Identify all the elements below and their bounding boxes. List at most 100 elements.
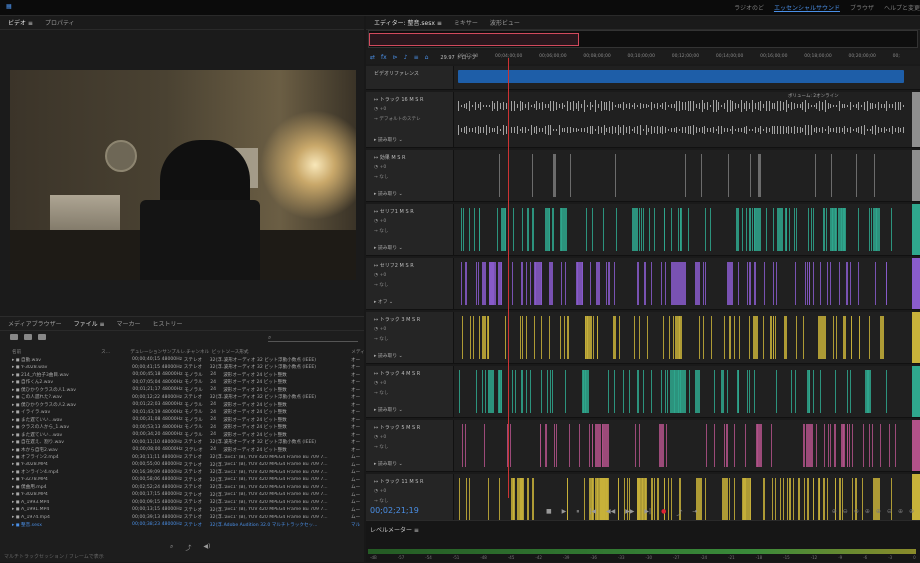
audio-clip[interactable] — [836, 316, 838, 359]
transport-button[interactable]: |◀ — [589, 508, 596, 517]
audio-clip[interactable] — [833, 424, 835, 467]
audio-clip[interactable] — [755, 262, 757, 305]
audio-clip[interactable] — [699, 316, 701, 359]
audio-clip[interactable] — [824, 478, 826, 521]
session-overview[interactable] — [368, 30, 918, 48]
audio-clip[interactable] — [806, 370, 808, 413]
audio-clip[interactable] — [670, 208, 672, 251]
audio-clip[interactable] — [763, 316, 765, 359]
audio-clip[interactable] — [556, 424, 558, 467]
audio-clip[interactable] — [651, 370, 653, 413]
track-lane[interactable] — [458, 258, 904, 309]
audio-clip[interactable] — [618, 316, 620, 359]
audio-clip[interactable] — [526, 208, 528, 251]
automation-mode[interactable]: ▸ 読み取り ⌄ — [374, 244, 403, 251]
track-volume[interactable]: ◔ +0 — [374, 435, 453, 440]
audio-clip[interactable] — [614, 154, 616, 197]
audio-clip[interactable] — [886, 370, 888, 413]
speaker-icon[interactable]: ◀) — [203, 543, 210, 552]
audio-clip[interactable] — [722, 478, 729, 521]
audio-clip[interactable] — [505, 316, 507, 359]
audio-clip[interactable] — [459, 370, 461, 413]
audio-clip[interactable] — [694, 370, 701, 413]
track-name[interactable]: ↦ トラック 4 M S R — [374, 370, 453, 377]
audio-clip[interactable] — [757, 154, 761, 197]
audio-clip[interactable] — [788, 208, 790, 251]
table-row[interactable]: ▸ ◼ Y-3028.MP4 00;00;55;00 48000Hz ステレオ 32(浮… — [0, 461, 364, 469]
tab-files[interactable]: ファイル ≡ — [74, 319, 105, 328]
audio-clip[interactable] — [525, 370, 527, 413]
audio-clip[interactable] — [777, 208, 783, 251]
audio-clip[interactable] — [702, 262, 704, 305]
audio-clip[interactable] — [554, 424, 556, 467]
audio-clip[interactable] — [510, 424, 512, 467]
audio-clip[interactable] — [748, 316, 750, 359]
audio-clip[interactable] — [747, 370, 749, 413]
audio-clip[interactable] — [766, 208, 768, 251]
track-name[interactable]: ↦ 効果 M S R — [374, 154, 453, 161]
audio-clip[interactable] — [595, 262, 601, 305]
audio-clip[interactable] — [549, 316, 551, 359]
audio-clip[interactable] — [813, 262, 815, 305]
transport-button[interactable]: ⏸ — [576, 508, 579, 517]
audio-clip[interactable] — [637, 262, 640, 305]
audio-clip[interactable] — [623, 370, 625, 413]
audio-clip[interactable] — [564, 370, 566, 413]
automation-mode[interactable]: ▸ 読み取り ⌄ — [374, 406, 403, 413]
track-output[interactable]: → なし — [374, 336, 453, 342]
audio-clip[interactable] — [545, 424, 547, 467]
audio-clip[interactable] — [750, 262, 752, 305]
track-output[interactable]: → なし — [374, 498, 453, 504]
audio-clip[interactable] — [552, 154, 557, 197]
audio-clip[interactable] — [634, 316, 636, 359]
audio-clip[interactable] — [869, 316, 871, 359]
audio-clip[interactable] — [868, 208, 870, 251]
audio-clip[interactable] — [528, 208, 530, 251]
audio-clip[interactable] — [645, 262, 647, 305]
track-lane[interactable]: ボリューム: 2オンライン — [458, 92, 904, 147]
audio-clip[interactable] — [863, 424, 865, 467]
audio-clip[interactable] — [478, 208, 480, 251]
audio-clip[interactable] — [817, 316, 826, 359]
audio-clip[interactable] — [772, 208, 774, 251]
audio-clip[interactable] — [764, 478, 766, 521]
zoom-icon[interactable]: ⊕ — [832, 508, 837, 515]
audio-clip[interactable] — [739, 316, 741, 359]
audio-clip[interactable] — [809, 262, 811, 305]
audio-clip[interactable] — [603, 208, 605, 251]
audio-clip[interactable] — [535, 262, 537, 305]
audio-clip[interactable] — [870, 208, 872, 251]
audio-clip[interactable] — [613, 316, 615, 359]
audio-clip[interactable] — [464, 262, 468, 305]
table-row[interactable]: ▸ ◼ Y-3278.MP4 00;00;58;06 48000Hz ステレオ 32(浮… — [0, 476, 364, 484]
transport-button[interactable]: ⇥ — [692, 508, 697, 517]
automation-mode[interactable]: ▸ 読み取り ⌄ — [374, 460, 403, 467]
audio-clip[interactable] — [779, 478, 781, 521]
audio-clip[interactable] — [512, 262, 514, 305]
audio-clip[interactable] — [807, 478, 809, 521]
track-name[interactable]: ↦ セリフ1 M S R — [374, 208, 453, 215]
audio-clip[interactable] — [791, 370, 793, 413]
audio-clip[interactable] — [751, 208, 753, 251]
audio-clip[interactable] — [616, 208, 618, 251]
audio-clip[interactable] — [639, 208, 641, 251]
audio-track[interactable]: ↦ セリフ1 M S R ◔ +0 → なし ▸ 読み取り ⌄ — [366, 204, 920, 256]
audio-clip[interactable] — [813, 208, 815, 251]
audio-clip[interactable] — [727, 424, 729, 467]
audio-clip[interactable] — [530, 262, 532, 305]
table-row[interactable]: ▸ ◼ この人遅れた?.wav 00;00;12;22 48000Hz ステレオ 32(… — [0, 394, 364, 402]
table-row[interactable]: ▸ ◼ イライラ.wav 00;01;43;19 48000Hz モノラル 24 波形オー… — [0, 409, 364, 417]
track-output[interactable]: → なし — [374, 228, 453, 234]
audio-clip[interactable] — [584, 316, 586, 359]
audio-clip[interactable] — [813, 370, 815, 413]
audio-clip[interactable] — [803, 316, 805, 359]
audio-clip[interactable] — [663, 316, 665, 359]
audio-clip[interactable] — [724, 424, 726, 467]
audio-clip[interactable] — [873, 208, 881, 251]
audio-clip[interactable] — [541, 370, 543, 413]
audio-clip[interactable] — [806, 262, 808, 305]
audio-clip[interactable] — [665, 262, 667, 305]
import-icon[interactable] — [24, 334, 32, 340]
audio-clip[interactable] — [841, 424, 843, 467]
audio-clip[interactable] — [826, 478, 828, 521]
